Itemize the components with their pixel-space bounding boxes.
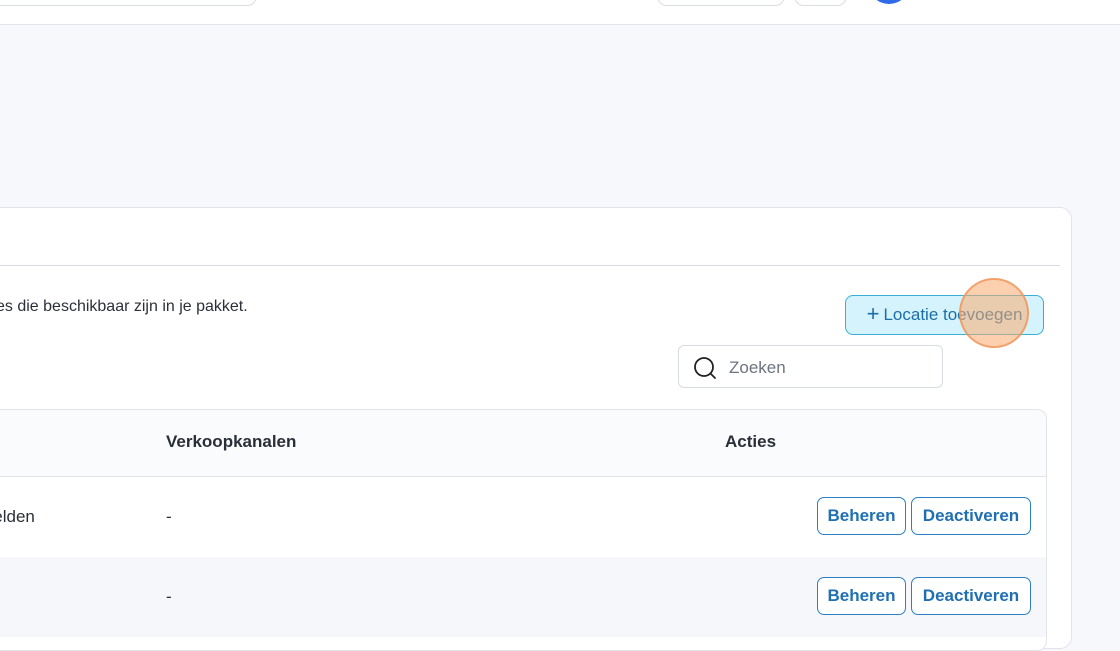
column-header-channels: Verkoopkanalen (166, 432, 297, 451)
add-location-button-label: Locatie toevoegen (883, 305, 1023, 324)
locations-table: Verkoopkanalen Acties Delden - Beheren D… (0, 409, 1047, 651)
user-avatar[interactable] (868, 0, 910, 4)
sales-channels-value: - (166, 507, 172, 526)
search-field[interactable] (678, 345, 943, 388)
table-header: Verkoopkanalen Acties (0, 410, 1046, 477)
card-description: es die beschikbaar zijn in je pakket. (0, 298, 248, 315)
search-input[interactable] (727, 355, 931, 381)
column-header-actions: Acties (725, 432, 777, 451)
deactivate-button[interactable]: Deactiveren (911, 497, 1031, 535)
manage-button[interactable]: Beheren (817, 497, 906, 535)
top-navigation-bar (0, 0, 1120, 25)
table-row: Delden - Beheren Deactiveren (0, 477, 1046, 557)
topbar-button[interactable] (657, 0, 785, 6)
deactivate-button[interactable]: Deactiveren (911, 577, 1031, 615)
location-name: Delden (0, 507, 35, 526)
search-icon (694, 357, 716, 379)
topbar-icon-button[interactable] (794, 0, 847, 6)
global-search-field[interactable] (0, 0, 257, 6)
add-location-button[interactable]: + Locatie toevoegen (845, 295, 1044, 335)
card-divider (0, 265, 1060, 266)
sales-channels-value: - (166, 587, 172, 606)
table-row: en - Beheren Deactiveren (0, 557, 1046, 637)
plus-icon: + (866, 301, 880, 326)
manage-button[interactable]: Beheren (817, 577, 906, 615)
